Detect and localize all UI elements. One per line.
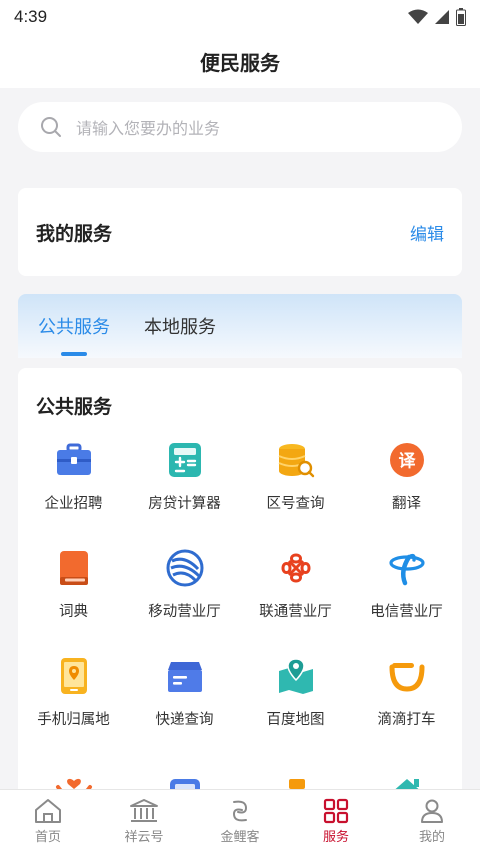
nav-item-xiangyun[interactable]: 祥云号 [96, 790, 192, 853]
service-label: 手机归属地 [37, 712, 110, 728]
user-icon [421, 799, 443, 823]
nav-label: 金鲤客 [220, 830, 260, 845]
service-item-phone-location[interactable]: 手机归属地 [18, 656, 129, 764]
china-unicom-icon [276, 548, 316, 588]
service-label: 翻译 [392, 496, 421, 512]
china-mobile-icon [165, 548, 205, 588]
public-services-card: 公共服务 企业招聘 房贷计算器 区号查询 译 翻译 词典 移动营业厅 联通营业厅… [18, 368, 462, 808]
nav-label: 服务 [322, 830, 349, 845]
package-icon [165, 656, 205, 696]
nav-label: 首页 [34, 830, 61, 845]
service-label: 百度地图 [266, 712, 325, 728]
status-time: 4:39 [14, 7, 48, 26]
service-label: 房贷计算器 [148, 496, 221, 512]
map-icon [276, 656, 316, 696]
briefcase-icon [54, 440, 94, 480]
service-item-recruitment[interactable]: 企业招聘 [18, 440, 129, 548]
my-services-title: 我的服务 [36, 222, 113, 245]
nav-item-home[interactable]: 首页 [0, 790, 96, 853]
koi-icon [232, 800, 248, 822]
service-label: 电信营业厅 [370, 604, 443, 620]
building-icon [130, 799, 158, 822]
nav-item-services[interactable]: 服务 [288, 790, 384, 853]
tab-label: 公共服务 [38, 317, 110, 338]
status-icons [408, 8, 466, 26]
service-label: 词典 [59, 604, 88, 620]
dictionary-icon [54, 548, 94, 588]
service-item-express-query[interactable]: 快递查询 [129, 656, 240, 764]
wifi-icon [408, 9, 428, 24]
grid-icon [323, 798, 349, 824]
service-label: 滴滴打车 [377, 712, 436, 728]
svg-text:译: 译 [398, 452, 416, 472]
service-label: 快递查询 [155, 712, 214, 728]
home-icon [35, 799, 61, 823]
service-item-loan-calculator[interactable]: 房贷计算器 [129, 440, 240, 548]
calculator-icon [165, 440, 205, 480]
service-item-didi[interactable]: 滴滴打车 [351, 656, 462, 764]
search-icon [41, 117, 61, 137]
nav-item-jinlike[interactable]: 金鲤客 [192, 790, 288, 853]
phone-location-icon [54, 656, 94, 696]
service-item-china-unicom[interactable]: 联通营业厅 [240, 548, 351, 656]
china-telecom-icon [387, 548, 427, 588]
tab-local-services[interactable]: 本地服务 [144, 294, 216, 358]
service-item-china-telecom[interactable]: 电信营业厅 [351, 548, 462, 656]
didi-icon [387, 656, 427, 696]
nav-label: 我的 [418, 830, 445, 845]
translate-icon: 译 [387, 440, 427, 480]
service-label: 移动营业厅 [148, 604, 221, 620]
active-tab-indicator [61, 352, 87, 356]
service-item-translate[interactable]: 译 翻译 [351, 440, 462, 548]
service-item-area-code[interactable]: 区号查询 [240, 440, 351, 548]
tab-label: 本地服务 [144, 317, 216, 338]
service-label: 联通营业厅 [259, 604, 332, 620]
search-placeholder: 请输入您要办的业务 [76, 119, 221, 138]
battery-icon [456, 8, 466, 26]
my-services-card: 我的服务 编辑 [18, 188, 462, 276]
service-item-baidu-map[interactable]: 百度地图 [240, 656, 351, 764]
nav-label: 祥云号 [124, 830, 164, 845]
page-title: 便民服务 [200, 50, 280, 75]
service-tabs: 公共服务 本地服务 [18, 294, 462, 358]
service-item-china-mobile[interactable]: 移动营业厅 [129, 548, 240, 656]
signal-icon [435, 10, 449, 24]
service-label: 企业招聘 [44, 496, 103, 512]
public-services-title: 公共服务 [36, 396, 113, 418]
nav-item-mine[interactable]: 我的 [384, 790, 480, 853]
search-area: 请输入您要办的业务 [0, 88, 480, 172]
status-bar: 4:39 [0, 0, 480, 34]
edit-button[interactable]: 编辑 [410, 220, 444, 245]
service-item-dictionary[interactable]: 词典 [18, 548, 129, 656]
tab-public-services[interactable]: 公共服务 [38, 294, 110, 358]
search-input[interactable]: 请输入您要办的业务 [18, 102, 462, 152]
bottom-nav: 首页 祥云号 金鲤客 服务 我的 [0, 789, 480, 853]
coins-search-icon [276, 440, 316, 480]
page-header: 便民服务 [0, 34, 480, 88]
service-label: 区号查询 [266, 496, 325, 512]
